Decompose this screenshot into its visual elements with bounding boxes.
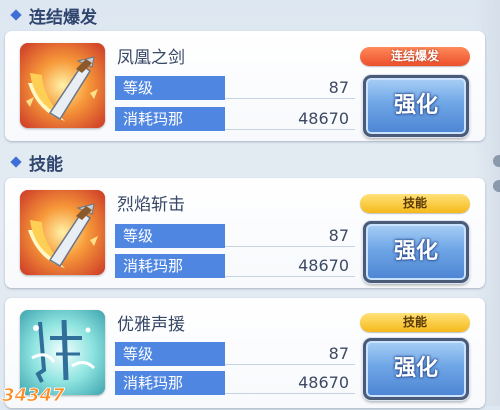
cost-row: 消耗玛那 48670: [115, 371, 355, 395]
diamond-icon: [10, 9, 22, 21]
skill-type-badge: 技能: [360, 194, 470, 213]
section-header-burst: 连结爆发: [8, 4, 97, 28]
level-row: 等级 87: [115, 342, 355, 366]
skill-name: 凤凰之剑: [117, 48, 185, 68]
section-title: 连结爆发: [29, 7, 97, 28]
enhance-button[interactable]: 强化: [363, 221, 469, 283]
side-indicator: [493, 155, 500, 167]
cost-row: 消耗玛那 48670: [115, 107, 355, 131]
diamond-icon: [10, 156, 22, 168]
enhance-button[interactable]: 强化: [363, 75, 469, 137]
level-row: 等级 87: [115, 76, 355, 100]
level-value: 87: [328, 226, 349, 245]
level-row: 等级 87: [115, 224, 355, 248]
skill-type-badge: 技能: [360, 313, 470, 332]
level-value: 87: [328, 78, 349, 97]
enhance-button[interactable]: 强化: [363, 338, 469, 400]
cost-value: 48670: [298, 256, 349, 275]
level-label: 等级: [115, 342, 225, 366]
level-label: 等级: [115, 76, 225, 100]
cost-value: 48670: [298, 109, 349, 128]
cost-label: 消耗玛那: [115, 254, 225, 278]
section-title: 技能: [29, 154, 63, 175]
phoenix-sword-icon[interactable]: [20, 43, 105, 128]
level-label: 等级: [115, 224, 225, 248]
skill-type-badge: 连结爆发: [360, 47, 470, 66]
cost-label: 消耗玛那: [115, 371, 225, 395]
side-indicator: [493, 180, 500, 192]
section-header-skills: 技能: [8, 151, 63, 175]
level-value: 87: [328, 344, 349, 363]
cost-value: 48670: [298, 373, 349, 392]
skill-card: 凤凰之剑 等级 87 消耗玛那 48670 连结爆发 强化: [5, 31, 485, 141]
site-watermark: 34347: [0, 382, 72, 407]
skill-card: 烈焰斩击 等级 87 消耗玛那 48670 技能 强化: [5, 178, 485, 288]
flame-slash-icon[interactable]: [20, 190, 105, 275]
skill-card: 优雅声援 等级 87 消耗玛那 48670 技能 强化: [5, 298, 485, 408]
skill-name: 优雅声援: [117, 315, 185, 335]
cost-label: 消耗玛那: [115, 107, 225, 131]
watermark-text: 34347: [2, 385, 65, 406]
skill-name: 烈焰斩击: [117, 195, 185, 215]
cost-row: 消耗玛那 48670: [115, 254, 355, 278]
